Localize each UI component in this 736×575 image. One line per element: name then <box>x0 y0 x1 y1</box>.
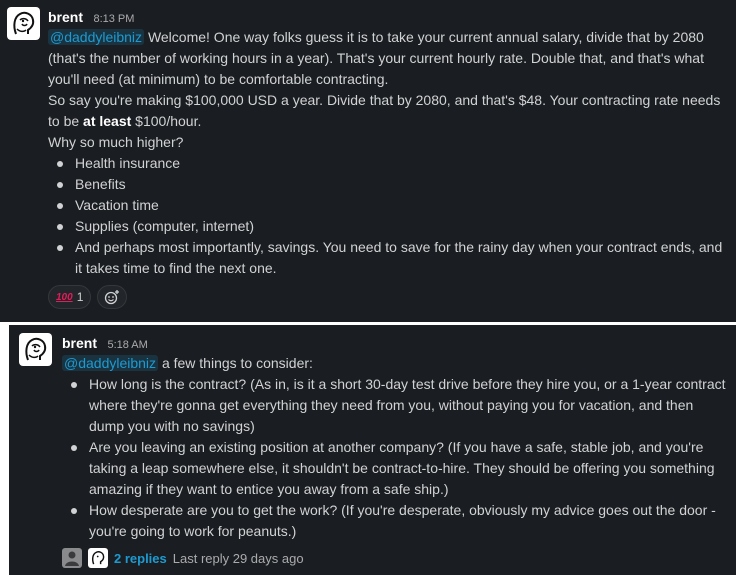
reply-count-link[interactable]: 2 replies <box>114 551 167 566</box>
user-mention[interactable]: @daddyleibniz <box>62 355 159 371</box>
replier-avatar <box>88 548 108 568</box>
message-header: brent 8:13 PM <box>48 7 730 27</box>
reaction-100[interactable]: 100 1 <box>48 285 92 309</box>
list-item: And perhaps most importantly, savings. Y… <box>48 237 730 279</box>
thread-replies[interactable]: 2 replies Last reply 29 days ago <box>62 548 732 568</box>
message-body: @daddyleibniz a few things to consider: … <box>62 353 732 542</box>
message-panel-2: brent 5:18 AM @daddyleibniz a few things… <box>9 325 736 575</box>
avatar[interactable] <box>19 333 52 366</box>
paragraph: @daddyleibniz Welcome! One way folks gue… <box>48 27 730 90</box>
avatar-sketch-icon <box>25 337 47 361</box>
message: brent 8:13 PM @daddyleibniz Welcome! One… <box>48 7 730 309</box>
reactions-bar: 100 1 <box>48 285 730 309</box>
paragraph-text: $100/hour. <box>135 113 202 129</box>
paragraph-text: a few things to consider: <box>161 355 313 371</box>
paragraph: @daddyleibniz a few things to consider: <box>62 353 732 374</box>
add-reaction-button[interactable] <box>97 285 128 309</box>
user-mention[interactable]: @daddyleibniz <box>48 29 145 45</box>
avatar[interactable] <box>7 7 40 40</box>
paragraph: So say you're making $100,000 USD a year… <box>48 90 730 132</box>
bullet-list: Health insurance Benefits Vacation time … <box>48 153 730 279</box>
message-body: @daddyleibniz Welcome! One way folks gue… <box>48 27 730 279</box>
list-item: Benefits <box>48 174 730 195</box>
reaction-count: 1 <box>76 290 84 304</box>
list-item: How desperate are you to get the work? (… <box>62 500 732 542</box>
avatar-sketch-icon <box>13 11 35 35</box>
last-reply-text: Last reply 29 days ago <box>172 550 304 566</box>
hundred-points-icon: 100 <box>56 291 73 303</box>
list-item: Vacation time <box>48 195 730 216</box>
replier-avatar <box>62 548 82 568</box>
timestamp[interactable]: 8:13 PM <box>93 13 134 25</box>
paragraph: Why so much higher? <box>48 134 184 150</box>
add-emoji-icon <box>105 290 120 305</box>
paragraph-text: Welcome! One way folks guess it is to ta… <box>48 29 704 87</box>
person-icon <box>65 551 79 566</box>
list-item: Are you leaving an existing position at … <box>62 437 732 500</box>
bold-text: at least <box>83 113 132 129</box>
message: brent 5:18 AM @daddyleibniz a few things… <box>62 333 732 568</box>
author-name[interactable]: brent <box>48 9 83 25</box>
avatar-sketch-icon <box>91 551 105 565</box>
message-panel-1: brent 8:13 PM @daddyleibniz Welcome! One… <box>0 0 736 322</box>
author-name[interactable]: brent <box>62 335 97 351</box>
list-item: How long is the contract? (As in, is it … <box>62 374 732 437</box>
bullet-list: How long is the contract? (As in, is it … <box>62 374 732 542</box>
timestamp[interactable]: 5:18 AM <box>107 339 147 351</box>
message-header: brent 5:18 AM <box>62 333 732 353</box>
list-item: Supplies (computer, internet) <box>48 216 730 237</box>
list-item: Health insurance <box>48 153 730 174</box>
